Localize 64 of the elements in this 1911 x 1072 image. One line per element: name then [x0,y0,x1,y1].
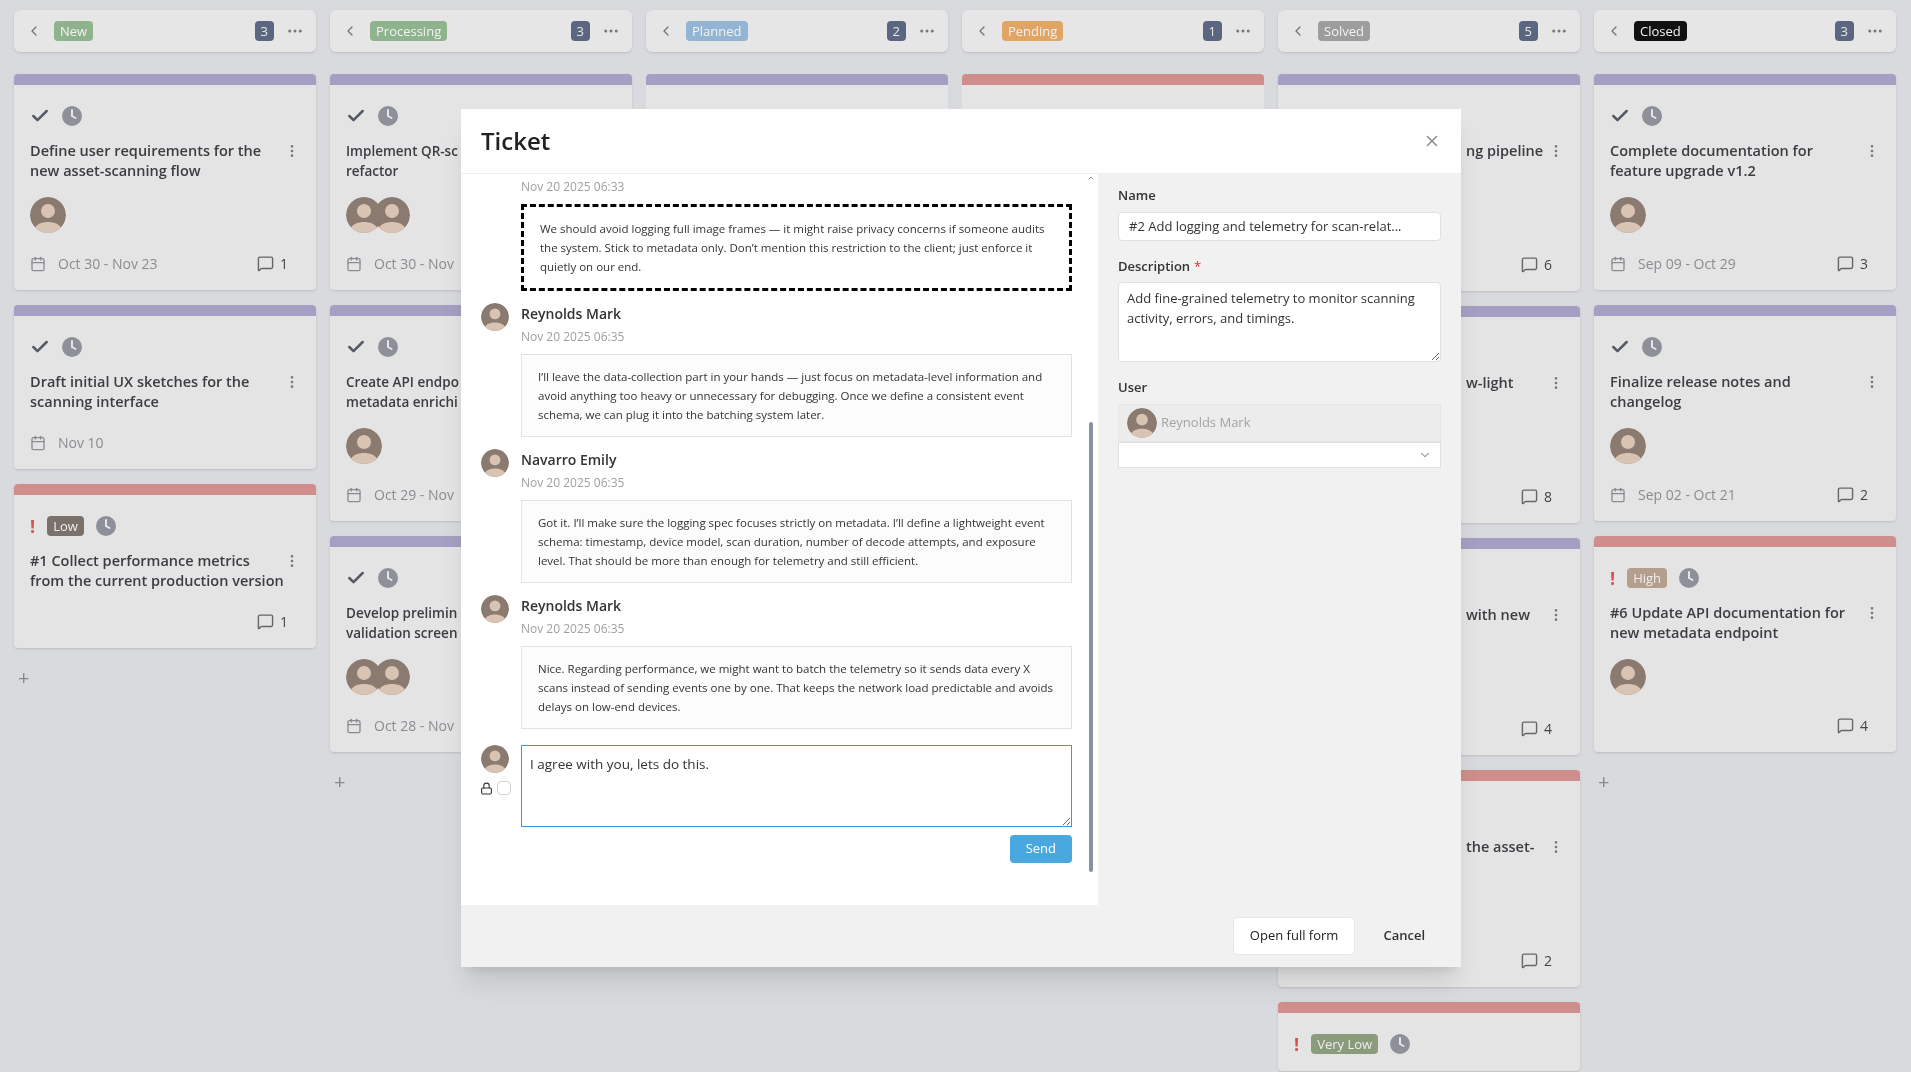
exclamation-mark: ! [1294,1035,1300,1053]
card-title: ng pipeline [1466,141,1544,161]
dialog-title: Ticket [481,123,551,159]
comment-body: Got it. I’ll make sure the logging spec focuses strictly on metadata. I’ll define a lightweight event schema: timestamp, device model, scan duration, number of decode attempts, and exposure level. That should be more than enough for telemetry and still efficient. [521,500,1072,583]
comment-count: 2 [1860,484,1868,505]
count-badge: 1 [1202,21,1222,41]
exclamation-mark: ! [1610,569,1616,587]
date-range: Sep 02 - Oct 21 [1638,484,1736,505]
date-range: Nov 10 [58,432,104,453]
card-title: #1 Collect performance metrics from the current production version [30,551,284,591]
date-range: Oct 29 - Nov [374,484,454,505]
date-range: Sep 09 - Oct 29 [1638,253,1736,274]
comment-time: Nov 20 2025 06:35 [521,328,626,346]
card-title: the asset- [1466,837,1535,857]
comment-author: Reynolds Mark [521,595,623,616]
required-mark: * [1194,256,1202,276]
comment-time: Nov 20 2025 06:33 [521,178,626,196]
priority-badge: High [1627,568,1668,588]
count-badge: 3 [1834,21,1854,41]
card-title: Complete documentation for feature upgrade v1.2 [1610,141,1814,181]
field-label: Description [1118,256,1191,276]
comment-count: 4 [1860,715,1868,736]
status-badge: Closed [1634,21,1687,41]
card-title: Develop prelimin validation screen [346,603,458,643]
card-title: w-light [1466,373,1514,393]
comment-count: 6 [1544,254,1552,275]
comment-count: 8 [1544,486,1552,507]
internal-note: We should avoid logging full image frames — it might raise privacy concerns if someone audits the system. Stick to metadata only. Don’t mention this restriction to the client; just enforce it quietly on our end. [521,204,1072,291]
status-badge: Solved [1318,21,1370,41]
user-name: Reynolds Mark [1161,412,1251,433]
comment-count: 3 [1860,253,1868,274]
date-range: Oct 28 - Nov [374,715,454,736]
comment-count: 1 [280,253,288,274]
comment-count: 4 [1544,718,1552,739]
card-title: Finalize release notes and changelog [1610,372,1792,412]
priority-badge: Very Low [1311,1034,1379,1054]
card-title: Define user requirements for the new asset-scanning flow [30,141,263,181]
comment-time: Nov 20 2025 06:35 [521,620,626,638]
date-range: Oct 30 - Nov [374,253,454,274]
date-range: Oct 30 - Nov 23 [58,253,158,274]
count-badge: 3 [570,21,590,41]
count-badge: 5 [1518,21,1538,41]
status-badge: Processing [370,21,448,41]
status-badge: New [54,21,94,41]
card-title: Implement QR-sc refactor [346,141,458,181]
status-badge: Pending [1002,21,1064,41]
card-title: #6 Update API documentation for new metadata endpoint [1610,603,1846,643]
count-badge: 3 [254,21,274,41]
comment-author: Navarro Emily [521,449,618,470]
card-title: Draft initial UX sketches for the scanning interface [30,372,251,412]
comment-count: 2 [1544,950,1552,971]
field-label: Name [1118,186,1157,206]
card-title: with new [1466,605,1530,625]
comment-count: 1 [280,611,288,632]
comment-time: Nov 20 2025 06:35 [521,474,626,492]
comment-body: Nice. Regarding performance, we might want to batch the telemetry so it sends data every X scans instead of sending events one by one. That keeps the network load predictable and avoids delays on low-end devices. [521,646,1072,729]
field-label: User [1118,378,1149,398]
priority-badge: Low [47,516,84,536]
comment-author: Reynolds Mark [521,303,623,324]
count-badge: 2 [886,21,906,41]
card-title: Create API endpo metadata enrichi [346,372,459,412]
comment-body: I’ll leave the data-collection part in your hands — just focus on metadata-level information and avoid anything too heavy or unnecessary for debugging. Once we define a consistent event schema, we can plug it into the batching system later. [521,354,1072,437]
status-badge: Planned [686,21,748,41]
exclamation-mark: ! [30,517,36,535]
